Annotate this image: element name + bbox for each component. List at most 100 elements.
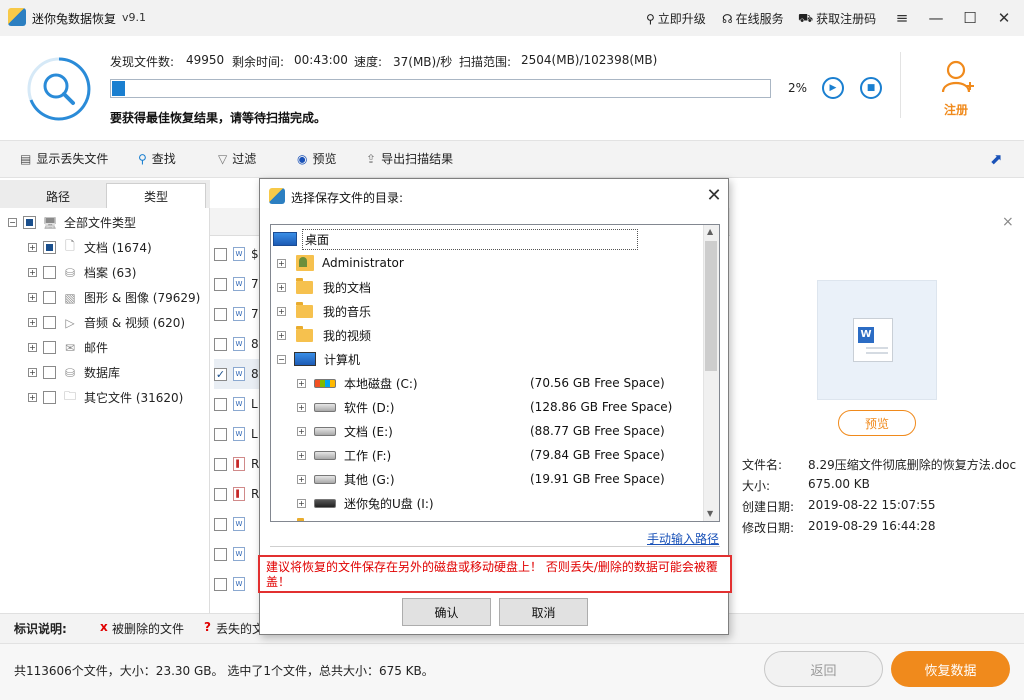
tree-node-documents[interactable]: + 我的文档 xyxy=(277,275,371,299)
tree-item-images[interactable]: + ▧ 图形 & 图像 (79629) xyxy=(28,285,200,310)
file-row[interactable]: ▌ R xyxy=(214,449,259,479)
tree-node-videos[interactable]: + 我的视频 xyxy=(277,323,371,347)
file-row[interactable]: W8 xyxy=(214,329,259,359)
row-checkbox[interactable] xyxy=(214,517,227,531)
row-checkbox[interactable] xyxy=(214,397,227,411)
minimize-button[interactable]: — xyxy=(924,6,948,30)
tree-item-database[interactable]: + ⛁ 数据库 xyxy=(28,360,120,385)
row-checkbox[interactable] xyxy=(214,547,227,561)
tree-checkbox[interactable] xyxy=(43,391,56,404)
tree-checkbox[interactable] xyxy=(43,266,56,279)
row-checkbox[interactable] xyxy=(214,247,227,261)
menu-button[interactable]: ≡ xyxy=(890,6,914,30)
manual-input-path-link[interactable]: 手动输入路径 xyxy=(647,530,719,547)
preview-close-button[interactable]: × xyxy=(1002,214,1014,230)
tree-node-drive-e[interactable]: + 文档 (E:) (88.77 GB Free Space) xyxy=(297,419,697,443)
online-service-link[interactable]: ☊ 在线服务 xyxy=(722,10,784,27)
expand-icon[interactable]: + xyxy=(277,330,286,340)
tab-path[interactable]: 路径 xyxy=(8,183,108,209)
search-button[interactable]: ⚲ 查找 xyxy=(138,150,176,167)
expand-icon[interactable]: + xyxy=(28,268,37,277)
expand-icon[interactable]: + xyxy=(297,474,306,484)
tree-node-partial[interactable] xyxy=(297,515,324,521)
expand-icon[interactable]: + xyxy=(28,243,37,252)
close-button[interactable]: ✕ xyxy=(992,6,1016,30)
tree-item-all[interactable]: − 🖥 全部文件类型 xyxy=(8,210,136,235)
scroll-up-icon[interactable]: ▲ xyxy=(707,227,713,236)
file-row[interactable]: W xyxy=(214,539,245,569)
expand-icon[interactable]: + xyxy=(297,402,306,412)
back-button[interactable]: 返回 xyxy=(764,651,883,687)
expand-icon[interactable]: + xyxy=(28,293,37,302)
recover-button[interactable]: 恢复数据 xyxy=(891,651,1010,687)
tree-item-mail[interactable]: + ✉ 邮件 xyxy=(28,335,108,360)
row-checkbox[interactable] xyxy=(214,487,227,501)
row-checkbox[interactable] xyxy=(214,457,227,471)
confirm-button[interactable]: 确认 xyxy=(402,598,491,626)
expand-icon[interactable]: + xyxy=(28,393,37,402)
expand-icon[interactable]: + xyxy=(297,426,306,436)
tree-node-drive-f[interactable]: + 工作 (F:) (79.84 GB Free Space) xyxy=(297,443,697,467)
row-checkbox[interactable] xyxy=(214,307,227,321)
tree-item-media[interactable]: + ▷ 音频 & 视频 (620) xyxy=(28,310,185,335)
tree-node-usb-drive[interactable]: + 迷你兔的U盘 (I:) xyxy=(297,491,697,515)
file-row[interactable]: W xyxy=(214,569,245,599)
maximize-button[interactable]: ☐ xyxy=(958,6,982,30)
tree-checkbox[interactable] xyxy=(23,216,36,229)
filter-button[interactable]: ▽ 过滤 xyxy=(218,150,256,167)
tree-item-archives[interactable]: + ⛁ 档案 (63) xyxy=(28,260,136,285)
directory-tree[interactable]: 桌面 + Administrator + 我的文档 + 我的音乐 + 我的视频 … xyxy=(270,224,720,522)
preview-button[interactable]: 预览 xyxy=(838,410,916,436)
tree-node-drive-c[interactable]: + 本地磁盘 (C:) (70.56 GB Free Space) xyxy=(297,371,697,395)
file-row[interactable]: WL xyxy=(214,389,258,419)
export-results-button[interactable]: ⇪ 导出扫描结果 xyxy=(366,150,453,167)
expand-icon[interactable]: + xyxy=(277,306,286,316)
expand-icon[interactable]: + xyxy=(277,282,286,292)
expand-icon[interactable]: + xyxy=(28,368,37,377)
row-checkbox[interactable] xyxy=(214,577,227,591)
tree-item-documents[interactable]: + 🗋 文档 (1674) xyxy=(28,235,152,260)
tree-node-music[interactable]: + 我的音乐 xyxy=(277,299,371,323)
expand-icon[interactable]: + xyxy=(297,378,306,388)
row-checkbox[interactable] xyxy=(214,337,227,351)
tree-checkbox[interactable] xyxy=(43,316,56,329)
upgrade-link[interactable]: ⚲ 立即升级 xyxy=(646,10,706,27)
tree-item-other[interactable]: + 🗀 其它文件 (31620) xyxy=(28,385,183,410)
tree-checkbox[interactable] xyxy=(43,291,56,304)
row-checkbox[interactable] xyxy=(214,277,227,291)
collapse-icon[interactable]: − xyxy=(8,218,17,227)
file-row[interactable]: W $ xyxy=(214,239,259,269)
tree-node-computer[interactable]: − 计算机 xyxy=(277,347,360,371)
preview-toolbar-button[interactable]: ◉ 预览 xyxy=(297,150,337,167)
get-code-link[interactable]: ⛟ 获取注册码 xyxy=(798,10,876,27)
scroll-down-icon[interactable]: ▼ xyxy=(707,509,713,518)
tree-node-desktop[interactable]: 桌面 xyxy=(273,227,638,251)
tree-node-drive-g[interactable]: + 其他 (G:) (19.91 GB Free Space) xyxy=(297,467,697,491)
stop-button[interactable]: ■ xyxy=(860,77,882,99)
file-row[interactable]: W xyxy=(214,509,245,539)
cancel-button[interactable]: 取消 xyxy=(499,598,588,626)
expand-icon[interactable]: + xyxy=(297,498,306,508)
tree-checkbox[interactable] xyxy=(43,341,56,354)
file-row[interactable]: W7 xyxy=(214,269,259,299)
tree-node-administrator[interactable]: + Administrator xyxy=(277,251,404,275)
row-checkbox-checked[interactable]: ✓ xyxy=(214,367,227,381)
dialog-close-button[interactable]: ✕ xyxy=(704,185,724,206)
file-row[interactable]: ▌ R xyxy=(214,479,259,509)
share-button[interactable]: ⬈ xyxy=(990,150,1003,168)
resume-button[interactable]: ▶ xyxy=(822,77,844,99)
tree-node-drive-d[interactable]: + 软件 (D:) (128.86 GB Free Space) xyxy=(297,395,697,419)
scrollbar-thumb[interactable] xyxy=(705,241,717,371)
register-user-icon[interactable] xyxy=(940,58,976,96)
expand-icon[interactable]: + xyxy=(277,258,286,268)
row-checkbox[interactable] xyxy=(214,427,227,441)
tree-checkbox[interactable] xyxy=(43,241,56,254)
expand-icon[interactable]: + xyxy=(28,343,37,352)
show-lost-files-button[interactable]: ▤ 显示丢失文件 xyxy=(20,150,108,167)
file-row[interactable]: WL xyxy=(214,419,258,449)
file-row[interactable]: W7 xyxy=(214,299,259,329)
tree-checkbox[interactable] xyxy=(43,366,56,379)
expand-icon[interactable]: + xyxy=(28,318,37,327)
expand-icon[interactable]: + xyxy=(297,450,306,460)
register-label[interactable]: 注册 xyxy=(944,101,968,118)
